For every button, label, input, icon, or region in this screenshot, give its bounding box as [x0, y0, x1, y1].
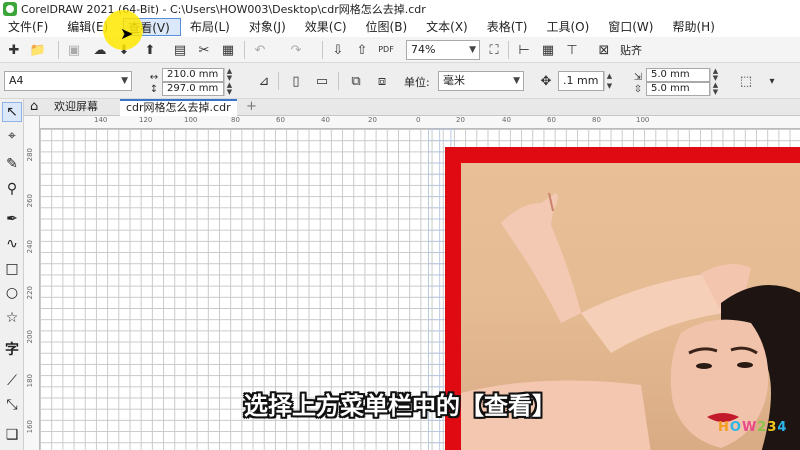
- height-spinner[interactable]: ▲ ▼: [224, 82, 234, 96]
- ruler-label: 100: [636, 116, 650, 124]
- snap-to-label[interactable]: 贴齐: [620, 42, 642, 58]
- polygon-tool-icon[interactable]: ☆: [2, 308, 22, 328]
- ruler-label: 0: [416, 116, 421, 124]
- guidelines-icon[interactable]: ⊤: [562, 40, 582, 60]
- artistic-media-tool-icon[interactable]: ∿: [2, 234, 22, 254]
- nudge-distance-input[interactable]: .1 mm: [558, 71, 604, 91]
- ruler-label: 40: [502, 116, 511, 124]
- ruler-label: 60: [276, 116, 285, 124]
- chevron-down-icon: ▼: [121, 76, 128, 86]
- page-height-input[interactable]: 297.0 mm: [162, 82, 224, 96]
- ruler-label: 260: [26, 194, 34, 208]
- zoom-tool-icon[interactable]: ⚲: [2, 179, 22, 199]
- units-dropdown[interactable]: 毫米 ▼: [438, 71, 524, 91]
- ellipse-tool-icon[interactable]: ○: [2, 283, 22, 303]
- window-title: CorelDRAW 2021 (64-Bit) - C:\Users\HOW00…: [21, 2, 426, 16]
- duplicate-x-spinner[interactable]: ▲ ▼: [710, 68, 720, 82]
- menu-help[interactable]: 帮助(H): [668, 18, 724, 36]
- open-folder-icon[interactable]: 📁: [28, 40, 48, 60]
- ruler-label: 200: [26, 330, 34, 344]
- grid-toggle-icon[interactable]: ▦: [538, 40, 558, 60]
- page-width-input[interactable]: 210.0 mm: [162, 68, 224, 82]
- more-options-icon[interactable]: ▾: [762, 71, 782, 91]
- ruler-label: 20: [368, 116, 377, 124]
- menu-effects[interactable]: 效果(C): [301, 18, 357, 36]
- nudge-spinner[interactable]: ▲ ▼: [604, 71, 614, 91]
- page-size-dropdown[interactable]: A4 ▼: [4, 71, 132, 91]
- mouse-pointer-icon: ➤: [120, 24, 134, 43]
- publish-pdf-icon[interactable]: PDF: [376, 39, 396, 59]
- full-screen-icon[interactable]: ⛶: [484, 40, 504, 60]
- menu-tools[interactable]: 工具(O): [542, 18, 599, 36]
- property-bar: A4 ▼ ↔ ↕ 210.0 mm ▲ ▼ 297.0 mm ▲ ▼ ⊿ ▯ ▭ ⧉…: [0, 63, 800, 99]
- ruler-label: 120: [139, 116, 153, 124]
- chevron-down-icon: ▼: [513, 76, 520, 86]
- export-file-icon[interactable]: ⇧: [352, 40, 372, 60]
- redo-icon[interactable]: ↷: [286, 40, 306, 60]
- add-tab-button[interactable]: +: [240, 99, 263, 116]
- menu-file[interactable]: 文件(F): [4, 18, 58, 36]
- drop-shadow-tool-icon[interactable]: ❑: [2, 425, 22, 445]
- horizontal-ruler[interactable]: 140 120 100 80 60 40 20 0 20 40 60 80 10…: [40, 116, 800, 129]
- ruler-label: 160: [26, 420, 34, 434]
- duplicate-distance-x-input[interactable]: 5.0 mm: [646, 68, 710, 82]
- menu-table[interactable]: 表格(T): [483, 18, 538, 36]
- save-icon[interactable]: ▣: [64, 40, 84, 60]
- menu-bitmaps[interactable]: 位图(B): [362, 18, 418, 36]
- menu-object[interactable]: 对象(J): [245, 18, 296, 36]
- page-height-icon: ↕: [149, 83, 159, 95]
- ruler-label: 280: [26, 148, 34, 162]
- cut-icon[interactable]: ✂: [194, 40, 214, 60]
- rulers-toggle-icon[interactable]: ⊢: [514, 40, 534, 60]
- menu-text[interactable]: 文本(X): [422, 18, 478, 36]
- ruler-label: 60: [547, 116, 556, 124]
- chevron-down-icon: ▼: [469, 45, 476, 55]
- duplicate-y-spinner[interactable]: ▲ ▼: [710, 82, 720, 96]
- paste-icon[interactable]: ▦: [218, 40, 238, 60]
- ruler-label: 100: [184, 116, 198, 124]
- text-tool-icon[interactable]: 字: [2, 339, 22, 359]
- width-spinner[interactable]: ▲ ▼: [224, 68, 234, 82]
- nudge-icon: ✥: [540, 73, 552, 89]
- rectangle-tool-icon[interactable]: □: [2, 259, 22, 279]
- new-document-icon[interactable]: ✚: [4, 40, 24, 60]
- ruler-label: 240: [26, 240, 34, 254]
- ruler-label: 20: [456, 116, 465, 124]
- ruler-label: 40: [321, 116, 330, 124]
- page-border-icon[interactable]: ⬚: [736, 71, 756, 91]
- ruler-label: 80: [231, 116, 240, 124]
- home-icon[interactable]: ⌂: [24, 99, 44, 116]
- crop-tool-icon[interactable]: ✎: [2, 154, 22, 174]
- zoom-level-dropdown[interactable]: 74% ▼: [406, 40, 480, 60]
- import-file-icon[interactable]: ⇩: [328, 40, 348, 60]
- menu-window[interactable]: 窗口(W): [604, 18, 663, 36]
- print-icon[interactable]: ▤: [170, 40, 190, 60]
- menu-layout[interactable]: 布局(L): [186, 18, 240, 36]
- tab-document[interactable]: cdr网格怎么去掉.cdr: [120, 99, 237, 116]
- tutorial-caption: 选择上方菜单栏中的【查看】: [244, 392, 556, 420]
- pick-tool-icon[interactable]: ↖: [2, 102, 22, 122]
- portrait-icon[interactable]: ▯: [286, 71, 306, 91]
- watermark-logo-bottom: HOW234: [718, 420, 788, 435]
- page-orientation-icon[interactable]: ⊿: [254, 71, 274, 91]
- duplicate-distance-y-input[interactable]: 5.0 mm: [646, 82, 710, 96]
- export-icon[interactable]: ⬆: [140, 40, 160, 60]
- ruler-label: 80: [592, 116, 601, 124]
- all-pages-icon[interactable]: ⧉: [346, 71, 366, 91]
- tab-welcome-screen[interactable]: 欢迎屏幕: [48, 99, 104, 116]
- shape-tool-icon[interactable]: ⌖: [2, 126, 22, 146]
- landscape-icon[interactable]: ▭: [312, 71, 332, 91]
- ruler-label: 220: [26, 286, 34, 300]
- duplicate-y-icon: ⇳: [633, 83, 643, 95]
- units-label: 单位:: [404, 76, 430, 89]
- snap-off-icon[interactable]: ⊠: [594, 40, 614, 60]
- freehand-tool-icon[interactable]: ✒: [2, 209, 22, 229]
- document-tab-bar: ⌂ 欢迎屏幕 cdr网格怎么去掉.cdr +: [24, 99, 800, 116]
- current-page-icon[interactable]: ⧈: [372, 71, 392, 91]
- ruler-label: 140: [94, 116, 108, 124]
- coreldraw-logo-icon: [3, 1, 17, 16]
- undo-icon[interactable]: ↶: [250, 40, 270, 60]
